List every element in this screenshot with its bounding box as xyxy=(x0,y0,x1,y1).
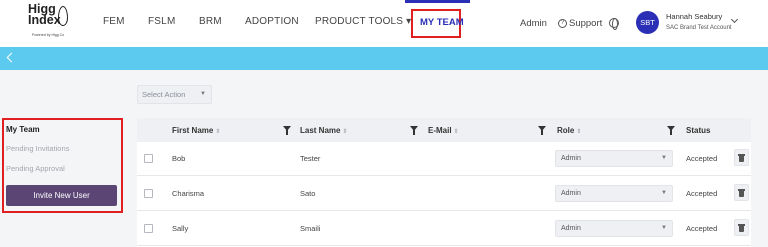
status-cell: Accepted xyxy=(686,189,718,198)
support-link[interactable]: Support xyxy=(569,18,602,29)
sidebar-item-pending-approval[interactable]: Pending Approval xyxy=(6,164,65,173)
row-checkbox[interactable] xyxy=(144,189,153,198)
chevron-down-icon: ▼ xyxy=(661,225,667,231)
role-value: Admin xyxy=(561,190,581,197)
sort-icon[interactable]: ⇕ xyxy=(576,129,581,135)
help-icon[interactable]: ? xyxy=(558,19,567,28)
nav-fslm[interactable]: FSLM xyxy=(148,16,175,27)
nav-product-tools[interactable]: PRODUCT TOOLS ▾ xyxy=(315,16,411,27)
table-row: Bob Tester Admin ▼ Accepted xyxy=(137,142,751,176)
role-value: Admin xyxy=(561,225,581,232)
powered-by-label: Powered by Higg Co xyxy=(32,33,65,37)
admin-link[interactable]: Admin xyxy=(520,18,547,29)
chevron-down-icon[interactable] xyxy=(730,15,739,24)
chevron-down-icon: ▼ xyxy=(661,155,667,161)
role-value: Admin xyxy=(561,155,581,162)
chevron-down-icon: ▼ xyxy=(200,91,206,97)
avatar[interactable]: SBT xyxy=(636,11,659,34)
delete-user-button[interactable] xyxy=(734,219,749,236)
globe-icon[interactable] xyxy=(609,18,619,30)
nav-fem[interactable]: FEM xyxy=(103,16,125,27)
sub-header-bar xyxy=(0,47,768,70)
last-name-cell: Smaili xyxy=(300,224,321,233)
column-email[interactable]: E-Mail ⇕ xyxy=(428,126,459,135)
delete-user-button[interactable] xyxy=(734,184,749,201)
chevron-down-icon: ▼ xyxy=(661,190,667,196)
status-cell: Accepted xyxy=(686,224,718,233)
user-name[interactable]: Hannah Seabury xyxy=(666,12,722,21)
sort-icon[interactable]: ⇕ xyxy=(342,129,347,135)
filter-icon[interactable] xyxy=(538,126,546,135)
table-row: Sally Smaili Admin ▼ Accepted xyxy=(137,212,751,246)
top-navigation-bar: Higg Index Powered by Higg Co FEM FSLM B… xyxy=(0,0,768,47)
first-name-cell: Bob xyxy=(172,154,186,163)
column-first-name[interactable]: First Name ⇕ xyxy=(172,126,220,135)
status-cell: Accepted xyxy=(686,154,718,163)
higg-index-logo[interactable]: Higg Index Powered by Higg Co xyxy=(28,2,70,40)
column-last-name[interactable]: Last Name ⇕ xyxy=(300,126,348,135)
role-select[interactable]: Admin ▼ xyxy=(555,220,673,237)
filter-icon[interactable] xyxy=(283,126,291,135)
first-name-cell: Sally xyxy=(172,224,189,233)
table-header: First Name ⇕ Last Name ⇕ E-Mail ⇕ Role ⇕ Sta… xyxy=(137,118,751,142)
active-tab-indicator xyxy=(405,0,470,3)
nav-brm[interactable]: BRM xyxy=(199,16,222,27)
column-role[interactable]: Role ⇕ xyxy=(557,126,581,135)
sort-icon[interactable]: ⇕ xyxy=(454,129,459,135)
last-name-cell: Sato xyxy=(300,189,316,198)
first-name-cell: Charisma xyxy=(172,189,205,198)
invite-new-user-button[interactable]: Invite New User xyxy=(6,185,117,206)
sidebar-item-pending-invitations[interactable]: Pending Invitations xyxy=(6,144,69,153)
column-status: Status xyxy=(686,126,711,135)
role-select[interactable]: Admin ▼ xyxy=(555,150,673,167)
role-select[interactable]: Admin ▼ xyxy=(555,185,673,202)
table-row: Charisma Sato Admin ▼ Accepted xyxy=(137,177,751,211)
logo-wordmark: Higg Index xyxy=(28,2,61,27)
leaf-icon xyxy=(58,6,68,26)
team-table: First Name ⇕ Last Name ⇕ E-Mail ⇕ Role ⇕ Sta… xyxy=(137,118,751,247)
sidebar-item-my-team[interactable]: My Team xyxy=(6,125,40,134)
filter-icon[interactable] xyxy=(410,126,418,135)
delete-user-button[interactable] xyxy=(734,149,749,166)
select-action-label: Select Action xyxy=(142,90,186,99)
nav-my-team[interactable]: MY TEAM xyxy=(420,17,464,28)
filter-icon[interactable] xyxy=(667,126,675,135)
select-action-dropdown[interactable]: Select Action ▼ xyxy=(137,85,212,104)
last-name-cell: Tester xyxy=(300,154,321,163)
row-checkbox[interactable] xyxy=(144,224,153,233)
row-checkbox[interactable] xyxy=(144,154,153,163)
account-name[interactable]: SAC Brand Test Account xyxy=(666,25,732,31)
nav-adoption[interactable]: ADOPTION xyxy=(245,16,299,27)
sort-icon[interactable]: ⇕ xyxy=(215,129,220,135)
